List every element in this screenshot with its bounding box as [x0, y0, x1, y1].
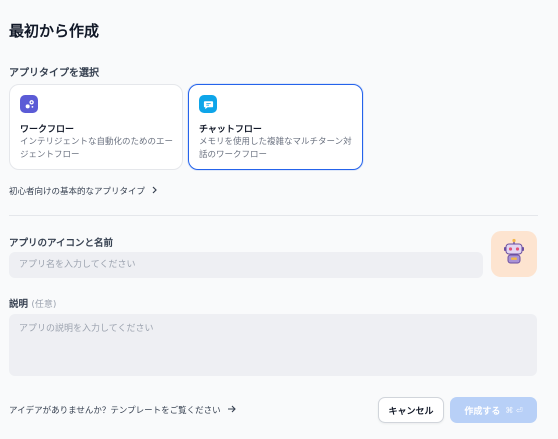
beginner-app-types-link[interactable]: 初心者向けの基本的なアプリタイプ — [9, 185, 158, 197]
template-link-label: アイデアがありませんか？テンプレートをご覧ください — [9, 406, 221, 416]
app-type-label: アプリタイプを選択 — [9, 68, 99, 79]
workflow-icon — [20, 95, 38, 113]
beginner-link-label: 初心者向けの基本的なアプリタイプ — [9, 187, 146, 197]
app-name-label: アプリのアイコンと名前 — [9, 238, 114, 249]
description-input[interactable] — [9, 314, 537, 376]
cancel-button[interactable]: キャンセル — [378, 397, 444, 423]
browse-templates-link[interactable]: アイデアがありませんか？テンプレートをご覧ください — [9, 404, 236, 416]
app-icon-picker[interactable] — [491, 231, 537, 277]
create-button-label: 作成する — [464, 406, 501, 417]
chevron-right-icon — [151, 186, 158, 197]
description-label-text: 説明 — [9, 299, 29, 310]
description-label: 説明 (任意) — [9, 296, 56, 310]
app-type-card-chatflow[interactable]: チャットフロー メモリを使用した複雑なマルチターン対話のワークフロー — [188, 84, 363, 170]
create-button[interactable]: 作成する ⌘ ⏎ — [450, 397, 537, 423]
robot-icon — [500, 238, 528, 270]
card-title: チャットフロー — [199, 125, 262, 135]
arrow-right-icon — [227, 405, 236, 416]
card-title: ワークフロー — [20, 125, 75, 135]
card-description: インテリジェントな自動化のためのエージェントフロー — [20, 137, 174, 160]
optional-hint: (任意) — [31, 300, 57, 310]
card-description: メモリを使用した複雑なマルチターン対話のワークフロー — [199, 137, 352, 160]
page-title: 最初から作成 — [9, 22, 100, 40]
chatflow-icon — [199, 95, 217, 113]
app-name-input[interactable] — [9, 252, 483, 278]
app-type-card-workflow[interactable]: ワークフロー インテリジェントな自動化のためのエージェントフロー — [9, 84, 183, 170]
divider — [9, 215, 538, 216]
keyboard-shortcut-hint: ⌘ ⏎ — [505, 405, 523, 415]
